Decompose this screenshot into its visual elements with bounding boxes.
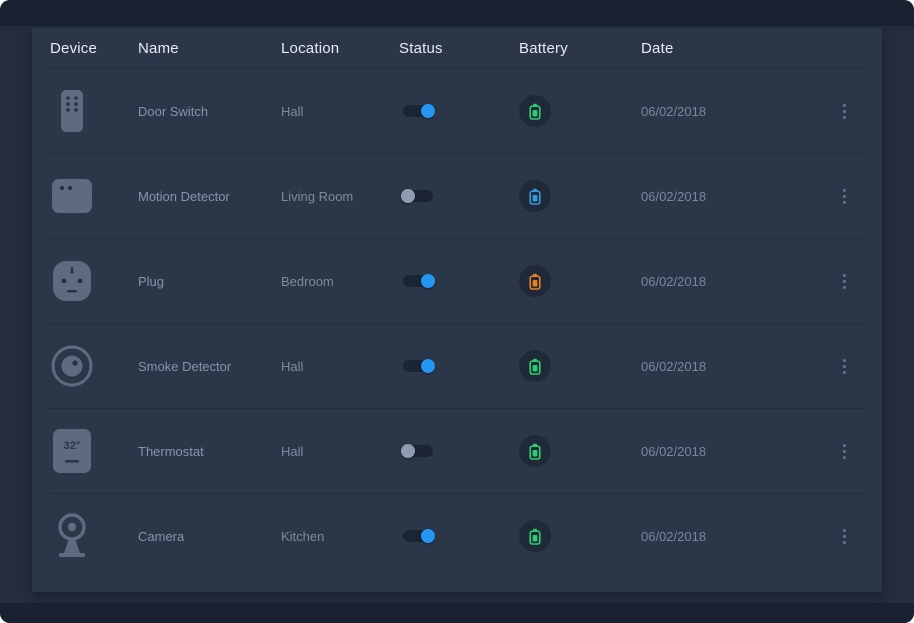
row-menu-button[interactable]: [838, 524, 851, 549]
toggle-knob: [421, 274, 435, 288]
toggle-knob: [421, 529, 435, 543]
status-toggle[interactable]: [403, 445, 433, 457]
row-menu-button[interactable]: [838, 439, 851, 464]
camera-icon: [50, 512, 94, 560]
device-date: 06/02/2018: [641, 359, 824, 374]
device-location: Kitchen: [281, 529, 399, 544]
device-name: Motion Detector: [138, 189, 281, 204]
row-menu-button[interactable]: [838, 354, 851, 379]
column-header-device: Device: [50, 40, 138, 57]
table-row: Camera Kitchen 06/02/2018: [50, 493, 864, 578]
device-icon-cell: [50, 172, 138, 220]
toggle-knob: [401, 189, 415, 203]
device-location: Hall: [281, 104, 399, 119]
toggle-knob: [421, 104, 435, 118]
device-icon-cell: [50, 257, 138, 305]
row-menu-button[interactable]: [838, 184, 851, 209]
device-date: 06/02/2018: [641, 274, 824, 289]
table-row: 32° Thermostat Hall 06/02/2018: [50, 408, 864, 493]
device-name: Thermostat: [138, 444, 281, 459]
device-location: Living Room: [281, 189, 399, 204]
column-header-battery: Battery: [519, 40, 641, 57]
battery-indicator: [519, 520, 551, 552]
window-top-bar: [0, 0, 914, 26]
status-toggle[interactable]: [403, 530, 433, 542]
device-location: Bedroom: [281, 274, 399, 289]
device-date: 06/02/2018: [641, 189, 824, 204]
thermostat-display: 32°: [64, 440, 81, 452]
battery-indicator: [519, 265, 551, 297]
device-table-panel: Device Name Location Status Battery Date: [32, 28, 882, 592]
device-name: Smoke Detector: [138, 359, 281, 374]
battery-indicator: [519, 350, 551, 382]
row-menu-button[interactable]: [838, 99, 851, 124]
status-toggle[interactable]: [403, 275, 433, 287]
table-row: Smoke Detector Hall 06/02/2018: [50, 323, 864, 408]
device-name: Plug: [138, 274, 281, 289]
table-row: Plug Bedroom 06/02/2018: [50, 238, 864, 323]
device-date: 06/02/2018: [641, 104, 824, 119]
smoke-detector-icon: [50, 342, 94, 390]
battery-indicator: [519, 435, 551, 467]
device-icon-cell: [50, 342, 138, 390]
device-icon-cell: 32°: [50, 427, 138, 475]
status-toggle[interactable]: [403, 105, 433, 117]
column-header-name: Name: [138, 40, 281, 57]
table-row: Motion Detector Living Room 06/02/2018: [50, 153, 864, 238]
toggle-knob: [401, 444, 415, 458]
thermostat-icon: 32°: [50, 427, 94, 475]
device-name: Door Switch: [138, 104, 281, 119]
device-name: Camera: [138, 529, 281, 544]
column-header-status: Status: [399, 40, 519, 57]
remote-icon: [50, 87, 94, 135]
plug-icon: [50, 257, 94, 305]
status-toggle[interactable]: [403, 360, 433, 372]
table-header: Device Name Location Status Battery Date: [50, 28, 864, 68]
device-date: 06/02/2018: [641, 529, 824, 544]
device-location: Hall: [281, 444, 399, 459]
device-date: 06/02/2018: [641, 444, 824, 459]
smart-home-app-window: Device Name Location Status Battery Date: [0, 0, 914, 623]
device-location: Hall: [281, 359, 399, 374]
motion-detector-icon: [50, 172, 94, 220]
column-header-date: Date: [641, 40, 824, 57]
table-row: Door Switch Hall 06/02/2018: [50, 68, 864, 153]
battery-indicator: [519, 180, 551, 212]
row-menu-button[interactable]: [838, 269, 851, 294]
battery-indicator: [519, 95, 551, 127]
window-bottom-bar: [0, 603, 914, 623]
status-toggle[interactable]: [403, 190, 433, 202]
device-icon-cell: [50, 512, 138, 560]
toggle-knob: [421, 359, 435, 373]
column-header-location: Location: [281, 40, 399, 57]
device-icon-cell: [50, 87, 138, 135]
